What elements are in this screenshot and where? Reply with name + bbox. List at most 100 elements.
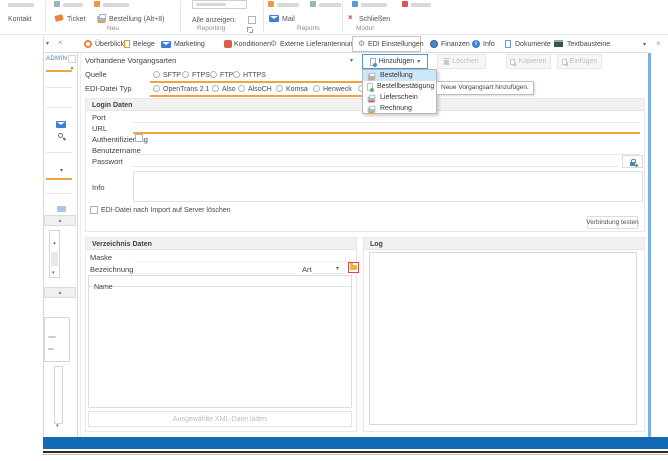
menu-item-lieferschein[interactable]: Lieferschein — [363, 92, 436, 103]
field-line — [46, 193, 72, 194]
panel-dropdown-icon[interactable]: ▾ — [46, 41, 49, 47]
envelope-icon — [56, 121, 66, 128]
port-field[interactable] — [133, 122, 640, 123]
tab-marketing[interactable]: Marketing — [174, 41, 205, 48]
hinzufuegen-tooltip: Neue Vorgangsart hinzufügen. — [436, 81, 534, 95]
radio-ftp[interactable] — [210, 71, 217, 78]
tab-info[interactable]: Info — [483, 41, 495, 48]
cutoff-fragment — [48, 348, 54, 350]
tab-textbausteine[interactable]: Textbausteine — [567, 41, 610, 48]
maske-label: Maske — [90, 254, 112, 262]
scrollbar[interactable] — [54, 366, 63, 424]
passwort-field[interactable] — [133, 166, 618, 167]
load-xml-button[interactable]: Ausgewählte XML-Datei laden — [88, 411, 352, 427]
collapse-up-button[interactable]: ▴ — [44, 287, 76, 298]
kontakt-button[interactable]: Kontakt — [8, 16, 32, 23]
radio-henweck-label[interactable]: Henweck — [323, 86, 352, 93]
log-header: Log — [364, 238, 644, 250]
radio-also[interactable] — [212, 85, 219, 92]
tab-konditionen[interactable]: Konditionen — [234, 41, 271, 48]
radio-alsoch[interactable] — [238, 85, 245, 92]
info-icon: i — [472, 40, 480, 48]
cutoff-fragment — [319, 3, 341, 7]
scroll-up-icon[interactable]: ▴ — [68, 55, 76, 63]
cutoff-fragment — [63, 3, 83, 7]
scroll-down-icon[interactable]: ▾ — [52, 271, 55, 276]
chevron-down-icon[interactable]: ▾ — [60, 168, 63, 174]
verzeichnis-list[interactable]: Name — [88, 275, 352, 408]
url-field[interactable] — [133, 132, 640, 134]
collapse-up-button[interactable]: ▴ — [44, 215, 76, 226]
radio-https[interactable] — [233, 71, 240, 78]
port-label: Port — [92, 114, 106, 122]
radio-also-label[interactable]: Also — [222, 86, 236, 93]
einfuegen-label: Einfügen — [570, 58, 598, 65]
receipt-icon — [124, 40, 130, 48]
delete-after-import-label[interactable]: EDI-Datei nach Import auf Server löschen — [101, 207, 231, 214]
clipped-list[interactable] — [44, 317, 70, 362]
password-key-button[interactable] — [622, 155, 643, 168]
dialog-launcher-icon[interactable] — [247, 27, 252, 32]
art-combobox[interactable] — [312, 273, 345, 274]
panel-close-icon[interactable]: × — [58, 39, 63, 47]
bezeichnung-field[interactable] — [133, 273, 296, 274]
radio-ftps-label[interactable]: FTPS — [192, 72, 210, 79]
menu-item-bestellbestaetigung[interactable]: Bestellbestätigung — [363, 81, 436, 92]
log-title: Log — [364, 238, 644, 248]
confirm-document-icon — [367, 83, 373, 91]
cutoff-combobox[interactable] — [192, 0, 247, 9]
cutoff-icon — [268, 1, 274, 7]
ticket-button[interactable]: Ticket — [67, 16, 85, 23]
tab-belege[interactable]: Belege — [133, 41, 155, 48]
kopieren-button[interactable]: Kopieren — [506, 54, 551, 69]
radio-ftp-label[interactable]: FTP — [220, 72, 233, 79]
tab-finanzen[interactable]: Finanzen — [441, 41, 470, 48]
scroll-down-icon[interactable]: ▾ — [56, 424, 59, 429]
benutzername-field[interactable] — [133, 154, 640, 155]
tab-close-icon[interactable]: × — [656, 40, 661, 48]
auth-checkbox[interactable] — [135, 134, 143, 142]
add-folder-button[interactable] — [348, 262, 359, 273]
kopieren-label: Kopieren — [518, 58, 546, 65]
delete-after-import-checkbox[interactable] — [90, 206, 98, 214]
search-icon[interactable] — [58, 133, 63, 138]
radio-ftps[interactable] — [182, 71, 189, 78]
loeschen-button[interactable]: Löschen — [437, 54, 486, 69]
tab-overflow-icon[interactable]: ▾ — [643, 42, 646, 48]
tab-dokumente[interactable]: Dokumente — [515, 41, 551, 48]
maske-field[interactable] — [133, 261, 351, 262]
tab-ueberblick[interactable]: Überblick — [95, 41, 124, 48]
verbindung-testen-button[interactable]: Verbindung testen — [587, 216, 638, 229]
menu-item-rechnung[interactable]: Rechnung — [363, 103, 436, 114]
radio-komsa-label[interactable]: Komsa — [286, 86, 308, 93]
lock-icon — [630, 162, 635, 166]
scroll-up-icon[interactable]: ▴ — [50, 231, 59, 249]
vorgangsarten-dropdown-icon[interactable]: ▾ — [350, 58, 353, 64]
name-column-header[interactable]: Name — [94, 284, 113, 291]
info-textarea[interactable] — [133, 171, 643, 202]
ribbon-bottom-border — [0, 34, 668, 35]
verzeichnis-daten-header: Verzeichnis Daten — [86, 238, 356, 250]
tab-edi-einstellungen[interactable]: ⚙ EDI Einstellungen — [352, 36, 421, 52]
radio-opentrans-label[interactable]: OpenTrans 2.1 — [163, 86, 209, 93]
radio-sftp-label[interactable]: SFTP — [163, 72, 181, 79]
field-line — [46, 107, 72, 108]
menu-item-bestellung[interactable]: Bestellung — [363, 70, 436, 81]
bestellung-button[interactable]: Bestellung (Alt+8) — [109, 16, 164, 23]
radio-alsoch-label[interactable]: AlsoCH — [248, 86, 272, 93]
schliessen-button[interactable]: Schließen — [359, 16, 390, 23]
art-dropdown-icon[interactable]: ▾ — [336, 266, 339, 272]
alle-anzeigen-checkbox[interactable] — [248, 16, 256, 24]
cutoff-icon — [352, 1, 358, 7]
hinzufuegen-button[interactable]: Hinzufügen ▾ — [362, 54, 428, 69]
ribbon-group-reports: Reports — [297, 26, 320, 33]
radio-komsa[interactable] — [276, 85, 283, 92]
einfuegen-button[interactable]: Einfügen — [557, 54, 602, 69]
mail-button[interactable]: Mail — [282, 16, 295, 23]
radio-opentrans[interactable] — [153, 85, 160, 92]
radio-sftp[interactable] — [153, 71, 160, 78]
scrollbar-thumb[interactable] — [51, 252, 58, 266]
main-panel-inner-border — [80, 52, 81, 437]
radio-henweck[interactable] — [313, 85, 320, 92]
radio-https-label[interactable]: HTTPS — [243, 72, 266, 79]
